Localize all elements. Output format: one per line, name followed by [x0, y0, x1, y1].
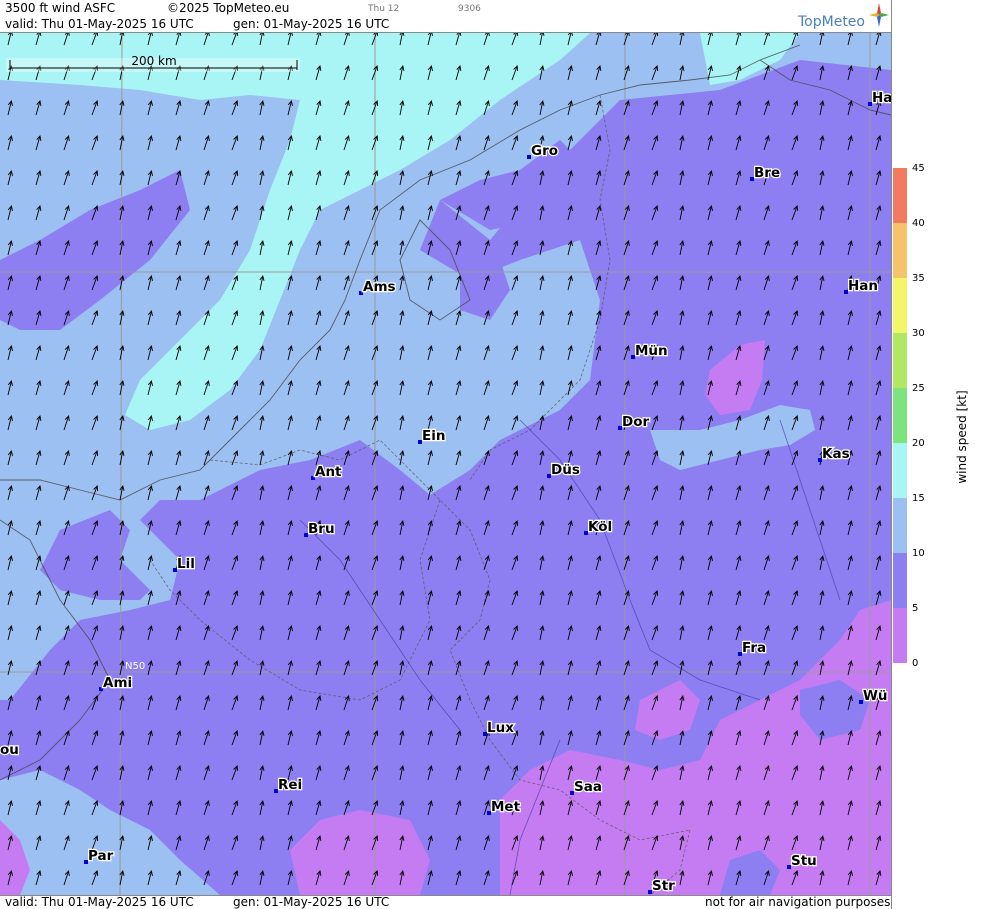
legend-tick-label: 10: [912, 548, 925, 559]
legend-swatch-35-40: [893, 223, 907, 278]
city-label: Dor: [622, 414, 649, 430]
city-marker: Met: [487, 798, 522, 816]
city-marker: Wü: [859, 687, 889, 705]
copyright-text: ©2025 TopMeteo.eu: [167, 1, 290, 15]
city-label: Met: [491, 799, 521, 815]
disclaimer-text: not for air navigation purposes: [705, 895, 891, 909]
city-marker: Kas: [818, 445, 851, 463]
city-marker: Rei: [274, 776, 303, 794]
city-marker: Bre: [750, 164, 781, 182]
legend-tick-label: 5: [912, 603, 919, 614]
city-marker: Fra: [738, 639, 767, 657]
city-marker: Gro: [527, 142, 559, 160]
legend-swatch-10-15: [893, 498, 907, 553]
city-marker: Str: [648, 877, 676, 895]
city-label: Par: [88, 848, 114, 864]
map-title: 3500 ft wind ASFC: [5, 1, 116, 15]
legend-tick-label: 35: [912, 273, 925, 284]
city-marker: Mün: [631, 342, 669, 360]
city-label: Ant: [315, 464, 342, 480]
city-label: Lil: [177, 556, 195, 572]
city-label: Bru: [308, 521, 335, 537]
legend-swatch-20-25: [893, 388, 907, 443]
wind-map[interactable]: N50 200 km Ha Gro Bre Ams Han Mün Ein Dor Kas Ant…: [0, 33, 891, 895]
city-label: Ams: [363, 279, 396, 295]
gen-time: gen: 01-May-2025 16 UTC: [233, 17, 390, 31]
legend-tick-label: 30: [912, 328, 925, 339]
valid-time: valid: Thu 01-May-2025 16 UTC: [5, 17, 194, 31]
city-label: Str: [652, 878, 675, 894]
city-marker: Ami: [99, 674, 133, 692]
legend-tick-label: 0: [912, 658, 919, 669]
city-marker: Düs: [547, 461, 581, 479]
compass-icon: [869, 3, 889, 27]
scale-label: 200 km: [131, 54, 176, 68]
city-marker: Ant: [311, 463, 343, 481]
city-label: Mün: [635, 343, 668, 359]
city-marker: Ams: [359, 278, 397, 296]
latitude-label: N50: [125, 661, 145, 672]
city-marker: Dor: [618, 413, 651, 431]
legend-swatch-30-35: [893, 278, 907, 333]
city-marker: Ha: [868, 89, 891, 107]
legend-tick-label: 45: [912, 163, 925, 174]
legend-swatch-40-45: [893, 168, 907, 223]
color-legend: [893, 168, 907, 663]
city-label: Stu: [791, 853, 817, 869]
city-label: Ein: [422, 428, 445, 444]
city-label: Lux: [487, 720, 514, 736]
city-label: Wü: [863, 688, 888, 704]
city-label: ou: [0, 742, 19, 758]
map-right-border: [891, 0, 892, 909]
city-label: Kas: [822, 446, 850, 462]
run-code: 9306: [458, 4, 481, 14]
city-label: Gro: [531, 143, 558, 159]
city-marker: Lux: [483, 719, 515, 737]
city-marker: Par: [84, 847, 115, 865]
logo-text: TopMeteo: [798, 14, 865, 30]
city-marker: Ein: [418, 427, 447, 445]
legend-swatch-5-10: [893, 553, 907, 608]
city-marker: ou: [0, 741, 20, 760]
legend-swatch-15-20: [893, 443, 907, 498]
city-marker: Saa: [570, 778, 603, 796]
city-marker: Han: [844, 277, 879, 295]
footer-valid-time: valid: Thu 01-May-2025 16 UTC: [5, 895, 194, 909]
city-label: Köl: [588, 519, 612, 535]
city-label: Ami: [103, 675, 132, 691]
footer-gen-time: gen: 01-May-2025 16 UTC: [233, 895, 390, 909]
legend-tick-label: 25: [912, 383, 925, 394]
legend-tick-label: 40: [912, 218, 925, 229]
city-marker: Stu: [787, 852, 818, 870]
legend-tick-label: 20: [912, 438, 925, 449]
legend-swatch-25-30: [893, 333, 907, 388]
city-label: Han: [848, 278, 878, 294]
city-label: Fra: [742, 640, 766, 656]
city-marker: Köl: [584, 518, 613, 536]
legend-tick-label: 15: [912, 493, 925, 504]
city-label: Düs: [551, 462, 580, 478]
legend-swatch-0-5: [893, 608, 907, 663]
city-label: Saa: [574, 779, 602, 795]
city-label: Bre: [754, 165, 780, 181]
topmeteo-logo: TopMeteo: [798, 2, 890, 32]
city-label: Ha: [872, 90, 891, 106]
day-indicator: Thu 12: [368, 4, 400, 14]
city-marker: Lil: [173, 555, 196, 573]
city-label: Rei: [278, 777, 302, 793]
city-marker: Bru: [304, 520, 336, 538]
legend-title: wind speed [kt]: [955, 390, 969, 484]
